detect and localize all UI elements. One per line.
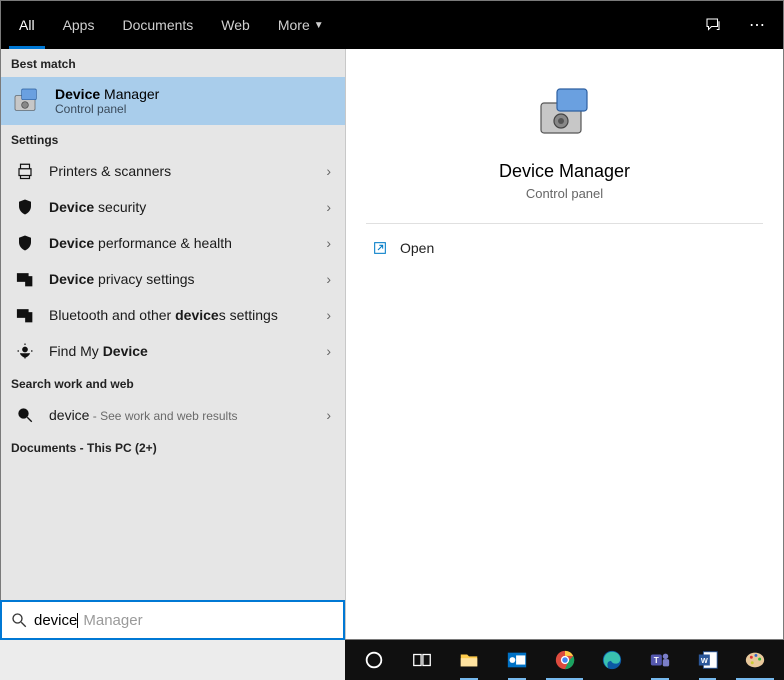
devices-icon xyxy=(15,269,35,289)
start-search-window: All Apps Documents Web More ▼ ⋯ Best mat… xyxy=(0,0,784,640)
tab-all[interactable]: All xyxy=(5,1,49,49)
result-bluetooth-devices[interactable]: Bluetooth and other devices settings › xyxy=(1,297,345,333)
section-best-match: Best match xyxy=(1,49,345,77)
search-icon xyxy=(10,611,28,629)
tab-more-label: More xyxy=(278,17,310,33)
tab-more[interactable]: More ▼ xyxy=(264,1,338,49)
chevron-right-icon: › xyxy=(326,343,335,359)
taskbar-edge[interactable] xyxy=(589,640,635,680)
result-device-privacy[interactable]: Device privacy settings › xyxy=(1,261,345,297)
taskbar-taskview[interactable] xyxy=(399,640,445,680)
taskbar-file-explorer[interactable] xyxy=(446,640,492,680)
taskbar-outlook[interactable] xyxy=(494,640,540,680)
taskbar-chrome[interactable] xyxy=(542,640,588,680)
preview-title: Device Manager xyxy=(499,161,630,182)
result-title: Device Manager xyxy=(55,86,159,102)
chevron-right-icon: › xyxy=(326,163,335,179)
chevron-down-icon: ▼ xyxy=(314,20,324,31)
taskbar-paint[interactable] xyxy=(732,640,778,680)
devices-icon xyxy=(15,305,35,325)
result-device-performance[interactable]: Device performance & health › xyxy=(1,225,345,261)
results-pane: Best match Device Manager Control panel … xyxy=(1,49,346,639)
list-item-label: Bluetooth and other devices settings xyxy=(49,307,312,323)
preview-header: Device Manager Control panel xyxy=(366,49,763,224)
taskbar-teams[interactable]: T xyxy=(637,640,683,680)
printer-icon xyxy=(15,161,35,181)
list-item-label: Device privacy settings xyxy=(49,271,312,287)
section-web: Search work and web xyxy=(1,369,345,397)
taskbar-cortana[interactable] xyxy=(351,640,397,680)
search-tabs: All Apps Documents Web More ▼ ⋯ xyxy=(1,1,783,49)
open-label: Open xyxy=(400,240,434,256)
chevron-right-icon: › xyxy=(326,407,335,423)
device-manager-icon xyxy=(11,85,43,117)
list-item-label: Device security xyxy=(49,199,312,215)
result-device-security[interactable]: Device security › xyxy=(1,189,345,225)
device-manager-large-icon xyxy=(533,79,597,143)
taskbar: T W xyxy=(345,640,784,680)
result-subtitle: Control panel xyxy=(55,102,159,116)
shield-icon xyxy=(15,197,35,217)
feedback-icon[interactable] xyxy=(691,1,735,49)
find-device-icon xyxy=(15,341,35,361)
tab-web[interactable]: Web xyxy=(207,1,264,49)
tab-apps[interactable]: Apps xyxy=(49,1,109,49)
chevron-right-icon: › xyxy=(326,307,335,323)
section-documents: Documents - This PC (2+) xyxy=(1,433,345,461)
list-item-label: Device performance & health xyxy=(49,235,312,251)
chevron-right-icon: › xyxy=(326,271,335,287)
result-find-my-device[interactable]: Find My Device › xyxy=(1,333,345,369)
list-item-label: device - See work and web results xyxy=(49,407,312,423)
preview-subtitle: Control panel xyxy=(526,186,603,201)
open-icon xyxy=(372,240,388,256)
more-options-icon[interactable]: ⋯ xyxy=(735,1,779,49)
section-settings: Settings xyxy=(1,125,345,153)
search-ghost-text: Manager xyxy=(83,612,142,629)
search-typed-text: device xyxy=(34,612,77,629)
preview-pane: Device Manager Control panel Open xyxy=(346,49,783,639)
svg-text:W: W xyxy=(700,656,707,665)
search-icon xyxy=(15,405,35,425)
result-device-manager[interactable]: Device Manager Control panel xyxy=(1,77,345,125)
open-action[interactable]: Open xyxy=(346,224,783,272)
list-item-label: Printers & scanners xyxy=(49,163,312,179)
svg-text:T: T xyxy=(654,656,659,665)
result-web-search[interactable]: device - See work and web results › xyxy=(1,397,345,433)
result-printers-scanners[interactable]: Printers & scanners › xyxy=(1,153,345,189)
tab-documents[interactable]: Documents xyxy=(108,1,207,49)
list-item-label: Find My Device xyxy=(49,343,312,359)
taskbar-word[interactable]: W xyxy=(685,640,731,680)
chevron-right-icon: › xyxy=(326,199,335,215)
shield-icon xyxy=(15,233,35,253)
search-input[interactable]: device Manager xyxy=(0,600,345,640)
chevron-right-icon: › xyxy=(326,235,335,251)
